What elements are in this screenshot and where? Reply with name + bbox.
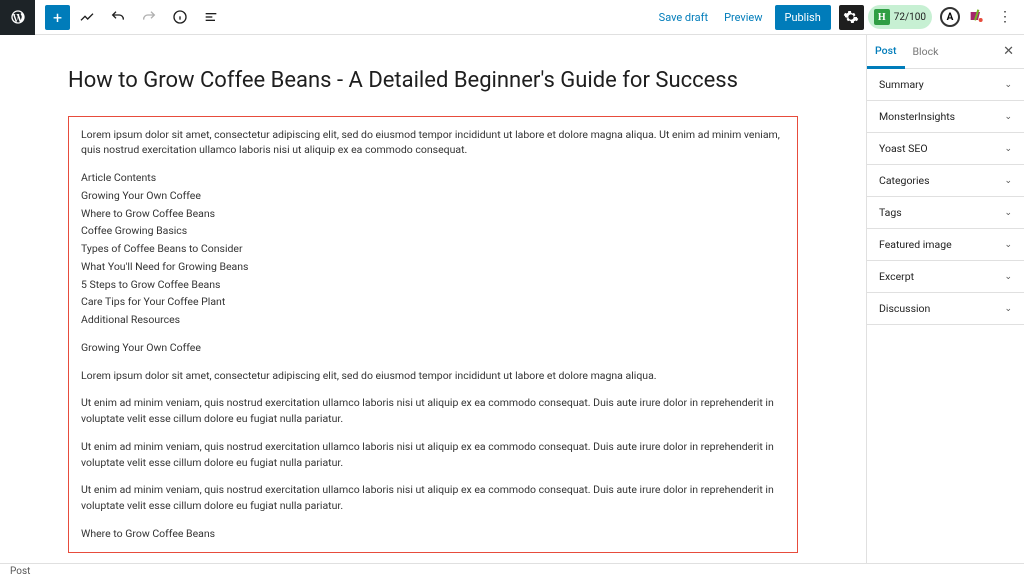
toc-item[interactable]: Additional Resources xyxy=(81,312,785,328)
toc-item[interactable]: Where to Grow Coffee Beans xyxy=(81,206,785,222)
panel-summary[interactable]: Summary⌄ xyxy=(867,69,1024,101)
wordpress-logo-icon[interactable] xyxy=(0,0,35,35)
tab-block[interactable]: Block xyxy=(905,35,947,69)
editor-canvas[interactable]: How to Grow Coffee Beans - A Detailed Be… xyxy=(0,35,866,563)
section-heading[interactable]: Where to Grow Coffee Beans xyxy=(81,526,785,542)
section-heading[interactable]: Growing Your Own Coffee xyxy=(81,340,785,356)
panel-tags[interactable]: Tags⌄ xyxy=(867,197,1024,229)
sidebar-tabs: Post Block ✕ xyxy=(867,35,1024,69)
headline-h-icon: H xyxy=(874,9,890,25)
yoast-icon[interactable] xyxy=(968,8,986,26)
seo-score-value: 72/100 xyxy=(894,12,926,23)
post-title[interactable]: How to Grow Coffee Beans - A Detailed Be… xyxy=(68,67,798,96)
chevron-down-icon: ⌄ xyxy=(1004,80,1012,90)
body-paragraph[interactable]: Lorem ipsum dolor sit amet, consectetur … xyxy=(81,368,785,384)
chevron-down-icon: ⌄ xyxy=(1004,144,1012,154)
body-paragraph[interactable]: Ut enim ad minim veniam, quis nostrud ex… xyxy=(81,482,785,514)
preview-button[interactable]: Preview xyxy=(716,11,770,24)
footer-breadcrumb: Post xyxy=(0,563,1024,581)
chevron-down-icon: ⌄ xyxy=(1004,240,1012,250)
undo-icon[interactable] xyxy=(104,3,132,31)
toc-item[interactable]: Types of Coffee Beans to Consider xyxy=(81,241,785,257)
settings-gear-icon[interactable] xyxy=(839,5,864,30)
chevron-down-icon: ⌄ xyxy=(1004,304,1012,314)
topbar-right-group: Save draft Preview Publish H 72/100 A ⋮ xyxy=(651,5,1024,30)
save-draft-button[interactable]: Save draft xyxy=(651,11,716,24)
close-sidebar-icon[interactable]: ✕ xyxy=(993,44,1024,59)
chevron-down-icon: ⌄ xyxy=(1004,176,1012,186)
tab-post[interactable]: Post xyxy=(867,35,905,69)
body-paragraph[interactable]: Ut enim ad minim veniam, quis nostrud ex… xyxy=(81,395,785,427)
panel-discussion[interactable]: Discussion⌄ xyxy=(867,293,1024,325)
edit-tool-icon[interactable] xyxy=(73,3,101,31)
info-icon[interactable] xyxy=(166,3,194,31)
content-block-selected[interactable]: Lorem ipsum dolor sit amet, consectetur … xyxy=(68,116,798,553)
body-paragraph[interactable]: Ut enim ad minim veniam, quis nostrud ex… xyxy=(81,439,785,471)
settings-sidebar: Post Block ✕ Summary⌄ MonsterInsights⌄ Y… xyxy=(866,35,1024,563)
panel-monsterinsights[interactable]: MonsterInsights⌄ xyxy=(867,101,1024,133)
top-toolbar: + Save draft Preview Publish H 72/100 A … xyxy=(0,0,1024,35)
toc-item[interactable]: Care Tips for Your Coffee Plant xyxy=(81,294,785,310)
breadcrumb-item[interactable]: Post xyxy=(10,566,30,577)
panel-categories[interactable]: Categories⌄ xyxy=(867,165,1024,197)
add-block-button[interactable]: + xyxy=(45,5,70,30)
toc-item[interactable]: 5 Steps to Grow Coffee Beans xyxy=(81,277,785,293)
panel-yoast-seo[interactable]: Yoast SEO⌄ xyxy=(867,133,1024,165)
more-options-icon[interactable]: ⋮ xyxy=(992,10,1018,24)
redo-icon[interactable] xyxy=(135,3,163,31)
publish-button[interactable]: Publish xyxy=(775,5,831,30)
panel-excerpt[interactable]: Excerpt⌄ xyxy=(867,261,1024,293)
panel-featured-image[interactable]: Featured image⌄ xyxy=(867,229,1024,261)
chevron-down-icon: ⌄ xyxy=(1004,208,1012,218)
toc-item[interactable]: Coffee Growing Basics xyxy=(81,223,785,239)
seo-score-pill[interactable]: H 72/100 xyxy=(868,5,932,29)
outline-icon[interactable] xyxy=(197,3,225,31)
analytics-icon[interactable]: A xyxy=(940,7,960,27)
toc-heading[interactable]: Article Contents xyxy=(81,170,785,186)
chevron-down-icon: ⌄ xyxy=(1004,112,1012,122)
main-area: How to Grow Coffee Beans - A Detailed Be… xyxy=(0,35,1024,563)
toc-item[interactable]: What You'll Need for Growing Beans xyxy=(81,259,785,275)
chevron-down-icon: ⌄ xyxy=(1004,272,1012,282)
intro-paragraph[interactable]: Lorem ipsum dolor sit amet, consectetur … xyxy=(81,127,785,159)
toc-item[interactable]: Growing Your Own Coffee xyxy=(81,188,785,204)
